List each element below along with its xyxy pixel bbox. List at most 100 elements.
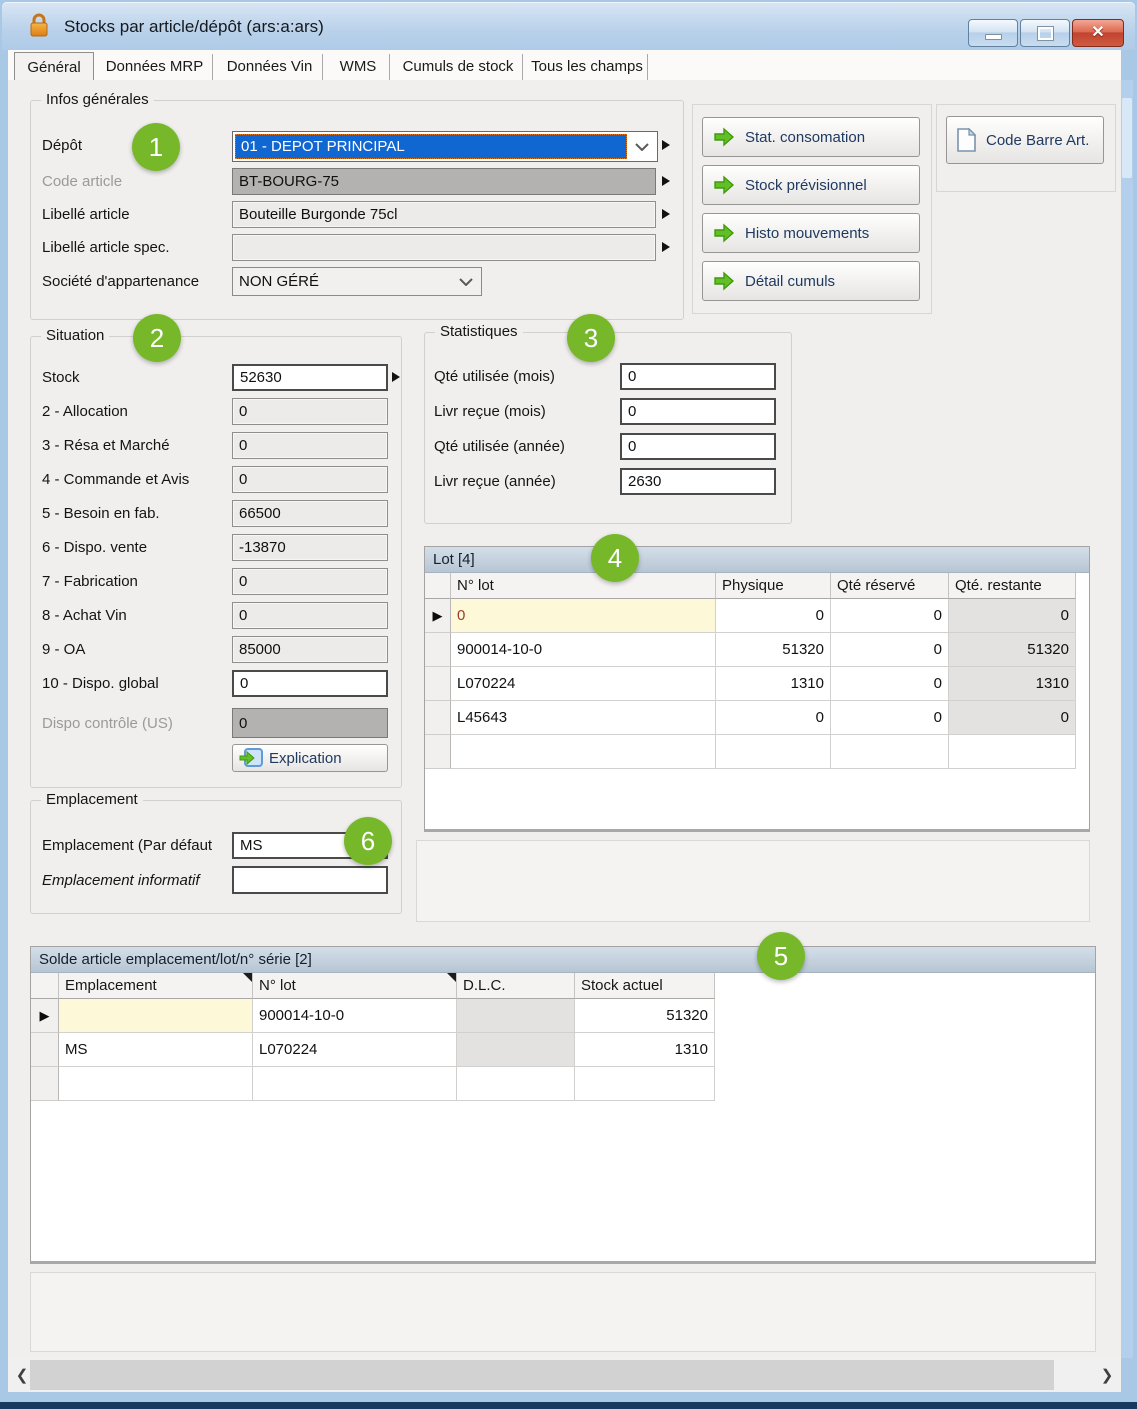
achat-vin-field: 0 bbox=[232, 602, 388, 629]
table-row[interactable]: 900014-10-0 51320 0 51320 bbox=[425, 633, 1076, 667]
code-article-detail-arrow-icon[interactable] bbox=[662, 176, 670, 186]
societe-selected-value: NON GÉRÉ bbox=[239, 273, 319, 290]
qte-utilisee-mois-label: Qté utilisée (mois) bbox=[434, 363, 555, 390]
table-row[interactable]: L070224 1310 0 1310 bbox=[425, 667, 1076, 701]
emplacement-informatif-label: Emplacement informatif bbox=[42, 866, 200, 894]
annotation-badge-2: 2 bbox=[133, 314, 181, 362]
oa-field: 85000 bbox=[232, 636, 388, 663]
tab-general[interactable]: Général bbox=[14, 52, 94, 80]
annotation-badge-4: 4 bbox=[591, 534, 639, 582]
lot-col-physique[interactable]: Physique bbox=[716, 573, 831, 599]
application-window: Stocks par article/dépôt (ars:a:ars) ✕ G… bbox=[0, 0, 1137, 1409]
lot-col-qte-restante[interactable]: Qté. restante bbox=[949, 573, 1076, 599]
libelle-spec-detail-arrow-icon[interactable] bbox=[662, 242, 670, 252]
lock-icon bbox=[28, 12, 50, 40]
lot-col-nlot[interactable]: N° lot bbox=[451, 573, 716, 599]
besoin-fab-field: 66500 bbox=[232, 500, 388, 527]
depot-label: Dépôt bbox=[42, 131, 82, 160]
dispo-global-field[interactable]: 0 bbox=[232, 670, 388, 697]
vertical-scrollbar-thumb[interactable] bbox=[1122, 98, 1132, 178]
resa-marche-label: 3 - Résa et Marché bbox=[42, 432, 170, 459]
chevron-down-icon bbox=[635, 143, 649, 151]
table-row[interactable]: L45643 0 0 0 bbox=[425, 701, 1076, 735]
solde-col-dlc[interactable]: D.L.C. bbox=[457, 973, 575, 999]
lot-col-qte-reserve[interactable]: Qté réservé bbox=[831, 573, 949, 599]
tab-cumuls-de-stock[interactable]: Cumuls de stock bbox=[394, 54, 523, 80]
maximize-button[interactable] bbox=[1020, 19, 1070, 47]
commande-avis-label: 4 - Commande et Avis bbox=[42, 466, 189, 493]
chevron-down-icon bbox=[459, 278, 473, 286]
lot-footer-panel bbox=[416, 840, 1090, 922]
lot-header-row: N° lot Physique Qté réservé Qté. restant… bbox=[425, 573, 1076, 599]
stock-detail-arrow-icon[interactable] bbox=[392, 372, 400, 382]
annotation-badge-5: 5 bbox=[757, 932, 805, 980]
close-button[interactable]: ✕ bbox=[1072, 19, 1124, 47]
green-arrow-icon bbox=[713, 223, 735, 243]
depot-combobox[interactable]: 01 - DEPOT PRINCIPAL bbox=[232, 131, 658, 162]
livr-recue-annee-field[interactable]: 2630 bbox=[620, 468, 776, 495]
stat-consomation-label: Stat. consomation bbox=[745, 129, 865, 146]
societe-combobox[interactable]: NON GÉRÉ bbox=[232, 267, 482, 296]
lot-table-title: Lot [4] bbox=[425, 547, 1089, 573]
stock-field[interactable]: 52630 bbox=[232, 364, 388, 391]
solde-table-title: Solde article emplacement/lot/n° série [… bbox=[31, 947, 1095, 973]
histo-mouvements-label: Histo mouvements bbox=[745, 225, 869, 242]
stock-label: Stock bbox=[42, 364, 80, 391]
vertical-scrollbar-track[interactable] bbox=[1121, 80, 1133, 1358]
green-arrow-icon bbox=[713, 271, 735, 291]
minimize-button[interactable] bbox=[968, 19, 1018, 47]
green-arrow-icon bbox=[713, 127, 735, 147]
tab-tous-les-champs[interactable]: Tous les champs bbox=[527, 54, 648, 80]
qte-utilisee-mois-field[interactable]: 0 bbox=[620, 363, 776, 390]
tab-wms[interactable]: WMS bbox=[327, 54, 390, 80]
current-row-marker: ▶ bbox=[433, 609, 443, 622]
fabrication-label: 7 - Fabrication bbox=[42, 568, 138, 595]
libelle-article-spec-label: Libellé article spec. bbox=[42, 234, 170, 261]
solde-col-nlot[interactable]: N° lot bbox=[253, 973, 457, 999]
lot-table: Lot [4] N° lot Physique Qté réservé Qté.… bbox=[424, 546, 1090, 832]
stock-previsionnel-label: Stock prévisionnel bbox=[745, 177, 867, 194]
achat-vin-label: 8 - Achat Vin bbox=[42, 602, 127, 629]
libelle-article-label: Libellé article bbox=[42, 201, 130, 228]
detail-cumuls-button[interactable]: Détail cumuls bbox=[702, 261, 920, 301]
sort-filter-icon bbox=[447, 973, 456, 982]
libelle-article-spec-field[interactable] bbox=[232, 234, 656, 261]
detail-cumuls-label: Détail cumuls bbox=[745, 273, 835, 290]
stat-consomation-button[interactable]: Stat. consomation bbox=[702, 117, 920, 157]
group-statistiques: Statistiques bbox=[424, 332, 792, 524]
table-row-empty[interactable] bbox=[31, 1067, 715, 1101]
solde-header-row: Emplacement N° lot D.L.C. Stock actuel bbox=[31, 973, 715, 999]
solde-col-stock-actuel[interactable]: Stock actuel bbox=[575, 973, 715, 999]
table-row-empty[interactable] bbox=[425, 735, 1076, 769]
libelle-article-detail-arrow-icon[interactable] bbox=[662, 209, 670, 219]
table-row[interactable]: ▶ 900014-10-0 51320 bbox=[31, 999, 715, 1033]
explication-button[interactable]: Explication bbox=[232, 744, 388, 772]
depot-detail-arrow-icon[interactable] bbox=[662, 140, 670, 150]
horizontal-scrollbar-thumb[interactable] bbox=[30, 1360, 1054, 1390]
table-row[interactable]: ▶ 0 0 0 0 bbox=[425, 599, 1076, 633]
tab-donnees-mrp[interactable]: Données MRP bbox=[97, 54, 213, 80]
solde-col-emplacement[interactable]: Emplacement bbox=[59, 973, 253, 999]
besoin-fab-label: 5 - Besoin en fab. bbox=[42, 500, 160, 527]
livr-recue-mois-field[interactable]: 0 bbox=[620, 398, 776, 425]
code-barre-button[interactable]: Code Barre Art. bbox=[946, 116, 1104, 164]
code-article-field: BT-BOURG-75 bbox=[232, 168, 656, 195]
current-row-marker: ▶ bbox=[40, 1009, 50, 1022]
qte-utilisee-annee-field[interactable]: 0 bbox=[620, 433, 776, 460]
code-barre-label: Code Barre Art. bbox=[986, 132, 1089, 149]
scroll-right-icon[interactable]: ❯ bbox=[1093, 1358, 1121, 1392]
titlebar[interactable]: Stocks par article/dépôt (ars:a:ars) ✕ bbox=[2, 2, 1135, 50]
oa-label: 9 - OA bbox=[42, 636, 85, 663]
emplacement-defaut-label: Emplacement (Par défaut bbox=[42, 832, 212, 859]
annotation-badge-1: 1 bbox=[132, 123, 180, 171]
tab-donnees-vin[interactable]: Données Vin bbox=[217, 54, 323, 80]
histo-mouvements-button[interactable]: Histo mouvements bbox=[702, 213, 920, 253]
stock-previsionnel-button[interactable]: Stock prévisionnel bbox=[702, 165, 920, 205]
fabrication-field: 0 bbox=[232, 568, 388, 595]
window-bottom-edge bbox=[0, 1402, 1137, 1409]
emplacement-informatif-field[interactable] bbox=[232, 866, 388, 894]
table-row[interactable]: MS L070224 1310 bbox=[31, 1033, 715, 1067]
societe-label: Société d'appartenance bbox=[42, 267, 199, 296]
lot-grid: N° lot Physique Qté réservé Qté. restant… bbox=[425, 573, 1076, 769]
tab-bar: Général Données MRP Données Vin WMS Cumu… bbox=[8, 50, 1121, 80]
